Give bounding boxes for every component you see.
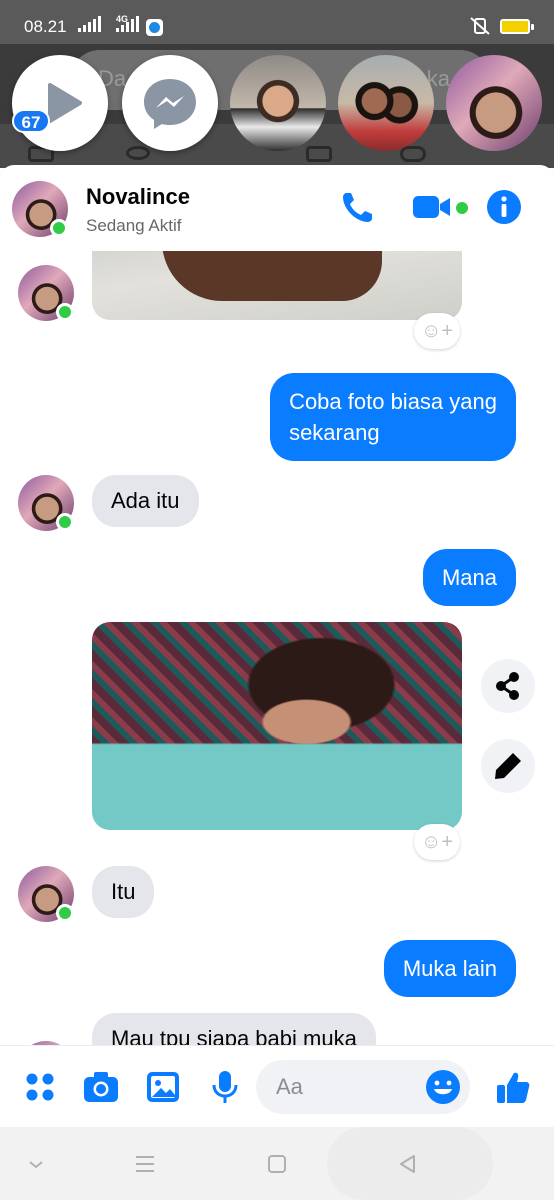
photo-message[interactable] — [92, 622, 462, 830]
share-icon — [496, 672, 519, 700]
apps-icon[interactable] — [21, 1068, 59, 1106]
conversation-header: Novalince Sedang Aktif — [0, 165, 554, 251]
incoming-message[interactable]: Mau tpu siapa babi muka — [92, 1013, 376, 1045]
incoming-message[interactable]: Ada itu — [92, 475, 199, 527]
gallery-icon[interactable] — [144, 1068, 182, 1106]
back-icon[interactable] — [396, 1152, 420, 1176]
play-icon — [48, 83, 82, 123]
messenger-chat-head[interactable] — [122, 55, 218, 151]
vibrate-mute-icon — [470, 17, 490, 35]
online-indicator — [56, 303, 74, 321]
online-indicator — [56, 904, 74, 922]
outgoing-message[interactable]: Muka lain — [383, 940, 516, 997]
contact-chat-head[interactable] — [338, 55, 434, 151]
chat-heads-row: 67 — [0, 55, 554, 151]
menu-icon[interactable] — [133, 1152, 157, 1176]
share-button[interactable] — [481, 659, 535, 713]
react-button[interactable]: ☺+ — [414, 313, 460, 349]
contact-name[interactable]: Novalince — [86, 184, 190, 210]
emoji-icon[interactable] — [424, 1068, 462, 1106]
message-list[interactable]: ☺+ Coba foto biasa yang sekarang Ada itu… — [0, 251, 554, 1045]
message-composer: Aa — [0, 1045, 554, 1127]
messenger-notification-icon — [146, 19, 163, 36]
pencil-icon — [495, 753, 521, 779]
chevron-down-icon[interactable] — [24, 1152, 48, 1176]
photo-message[interactable] — [92, 251, 462, 320]
signal-2-icon — [116, 16, 139, 32]
online-indicator — [56, 513, 74, 531]
battery-icon — [500, 19, 534, 34]
active-contact-chat-head[interactable] — [446, 55, 542, 151]
react-button[interactable]: ☺+ — [414, 824, 460, 860]
edit-photo-button[interactable] — [481, 739, 535, 793]
video-available-dot — [456, 202, 468, 214]
phone-icon[interactable] — [338, 187, 378, 227]
outgoing-message[interactable]: Mana — [422, 549, 516, 606]
info-icon[interactable] — [484, 187, 524, 227]
status-time: 08.21 — [24, 17, 67, 36]
message-text-line: sekarang — [289, 420, 380, 445]
camera-icon[interactable] — [82, 1068, 120, 1106]
signal-icon — [78, 16, 101, 32]
outgoing-message[interactable]: Coba foto biasa yang sekarang — [270, 373, 516, 461]
microphone-icon[interactable] — [206, 1068, 244, 1106]
video-chat-head[interactable] — [12, 55, 108, 151]
photo-content — [162, 251, 382, 301]
incoming-message[interactable]: Itu — [92, 866, 155, 918]
contact-chat-head[interactable] — [230, 55, 326, 151]
unread-count-badge: 67 — [12, 109, 50, 133]
messenger-icon — [144, 79, 196, 129]
message-text-line: Coba foto biasa yang — [289, 389, 497, 414]
system-navigation-bar — [0, 1127, 554, 1200]
online-indicator — [50, 219, 68, 237]
contact-status: Sedang Aktif — [86, 216, 182, 235]
video-call-icon[interactable] — [410, 187, 454, 227]
status-bar: 08.21 4G — [0, 0, 554, 44]
like-icon[interactable] — [494, 1068, 532, 1106]
home-icon[interactable] — [265, 1152, 289, 1176]
